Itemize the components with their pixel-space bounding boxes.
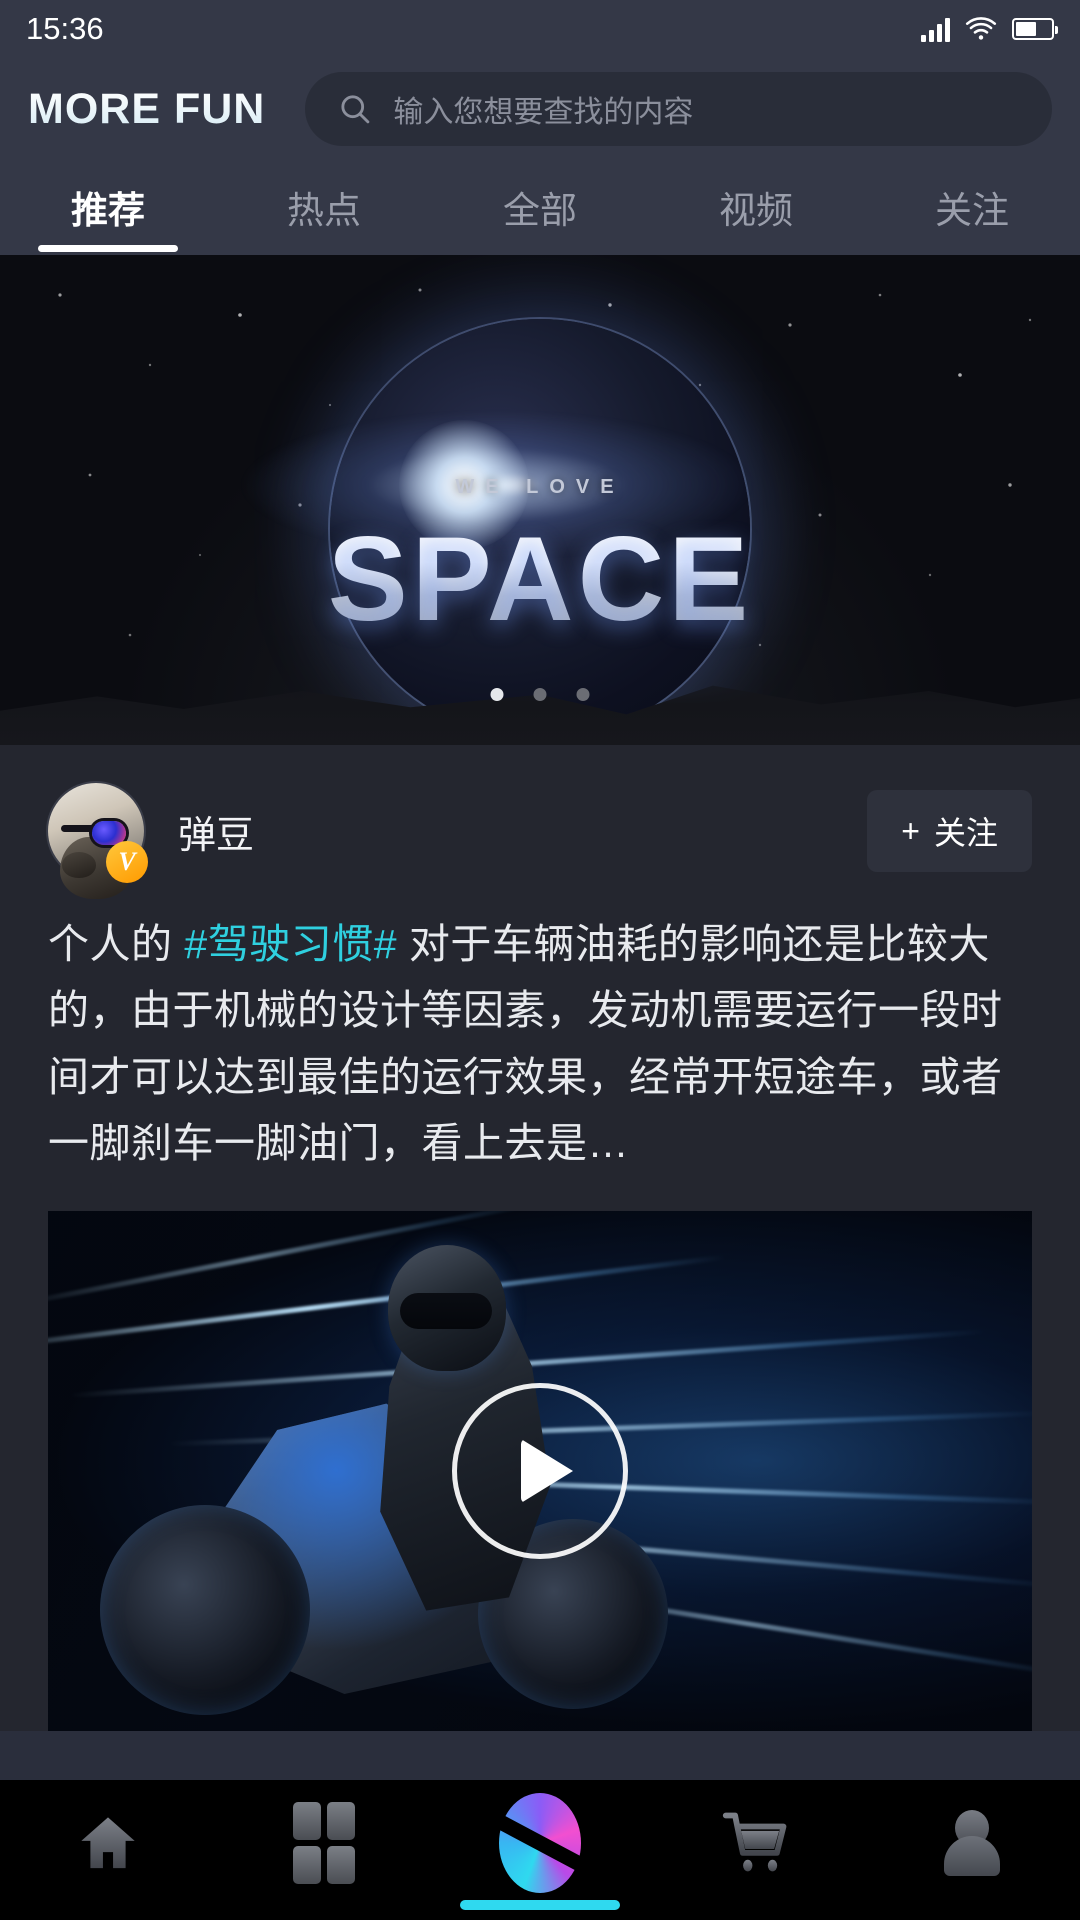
home-indicator — [460, 1900, 620, 1910]
follow-button-label: 关注 — [933, 815, 998, 851]
signal-icon — [921, 16, 950, 42]
tab-label: 关注 — [935, 190, 1009, 231]
post-text-before: 个人的 — [48, 921, 185, 967]
search-icon — [341, 95, 370, 124]
play-triangle — [521, 1438, 573, 1503]
nav-item-cart[interactable] — [686, 1795, 826, 1891]
tab-quanbu[interactable]: 全部 — [432, 174, 648, 234]
post-hashtag[interactable]: #驾驶习惯# — [184, 921, 397, 967]
tab-shipin[interactable]: 视频 — [648, 174, 864, 234]
carousel-dot-2[interactable] — [533, 688, 547, 701]
feed-post: V 弹豆 + 关注 个人的 #驾驶习惯# 对于车辆油耗的影响还是比较大的，由于机… — [0, 745, 1080, 1731]
tab-redian[interactable]: 热点 — [216, 174, 432, 234]
search-input[interactable]: 输入您想要查找的内容 — [305, 72, 1052, 146]
battery-icon — [1012, 18, 1058, 40]
tab-label: 视频 — [719, 190, 793, 231]
post-author-row: V 弹豆 + 关注 — [48, 781, 1032, 899]
tab-bar: 推荐 热点 全部 视频 关注 — [0, 160, 1080, 255]
home-icon — [81, 1817, 135, 1869]
verified-badge-icon: V — [106, 841, 148, 883]
grid-icon — [293, 1802, 355, 1884]
app-root: 15:36 MORE FUN 输入您想要查找的内容 推荐 热点 全部 视频 关注… — [0, 0, 1080, 1920]
app-header: MORE FUN 输入您想要查找的内容 — [0, 58, 1080, 160]
status-bar: 15:36 — [0, 0, 1080, 58]
avatar[interactable]: V — [48, 783, 148, 899]
post-video-thumbnail[interactable] — [48, 1210, 1032, 1731]
carousel-dot-3[interactable] — [576, 688, 590, 701]
tab-tuijian[interactable]: 推荐 — [0, 174, 216, 252]
plus-icon: + — [901, 812, 920, 849]
app-logo: MORE FUN — [28, 84, 266, 133]
search-placeholder: 输入您想要查找的内容 — [393, 96, 694, 129]
banner-carousel[interactable]: WE LOVE SPACE — [0, 255, 1080, 745]
nav-item-profile[interactable] — [902, 1795, 1042, 1891]
author-name[interactable]: 弹豆 — [178, 804, 254, 859]
tab-guanzhu[interactable]: 关注 — [864, 174, 1080, 234]
cart-icon — [722, 1812, 787, 1872]
nav-item-home[interactable] — [38, 1795, 178, 1891]
avatar-dog-snout — [61, 852, 96, 879]
tab-label: 推荐 — [71, 190, 145, 231]
nav-item-create[interactable] — [470, 1793, 610, 1893]
carousel-dot-1[interactable] — [490, 688, 504, 701]
nav-item-grid[interactable] — [254, 1795, 394, 1891]
create-icon — [499, 1793, 581, 1893]
banner-kicker: WE LOVE — [455, 475, 625, 498]
tab-active-underline — [38, 245, 178, 252]
status-time: 15:36 — [26, 11, 104, 46]
tab-label: 全部 — [503, 190, 577, 231]
profile-icon — [944, 1810, 1000, 1876]
follow-button[interactable]: + 关注 — [867, 790, 1032, 872]
bottom-nav-bar — [0, 1780, 1080, 1920]
play-icon[interactable] — [452, 1382, 628, 1559]
post-body-text: 个人的 #驾驶习惯# 对于车辆油耗的影响还是比较大的，由于机械的设计等因素，发动… — [48, 911, 1032, 1177]
rider-helmet — [388, 1244, 506, 1371]
motorcycle-front-wheel — [100, 1504, 310, 1715]
carousel-dots[interactable] — [490, 688, 590, 701]
wifi-icon — [965, 17, 997, 40]
banner-headline: SPACE — [327, 511, 753, 646]
status-icon-group — [921, 16, 1058, 42]
tab-label: 热点 — [287, 190, 361, 231]
